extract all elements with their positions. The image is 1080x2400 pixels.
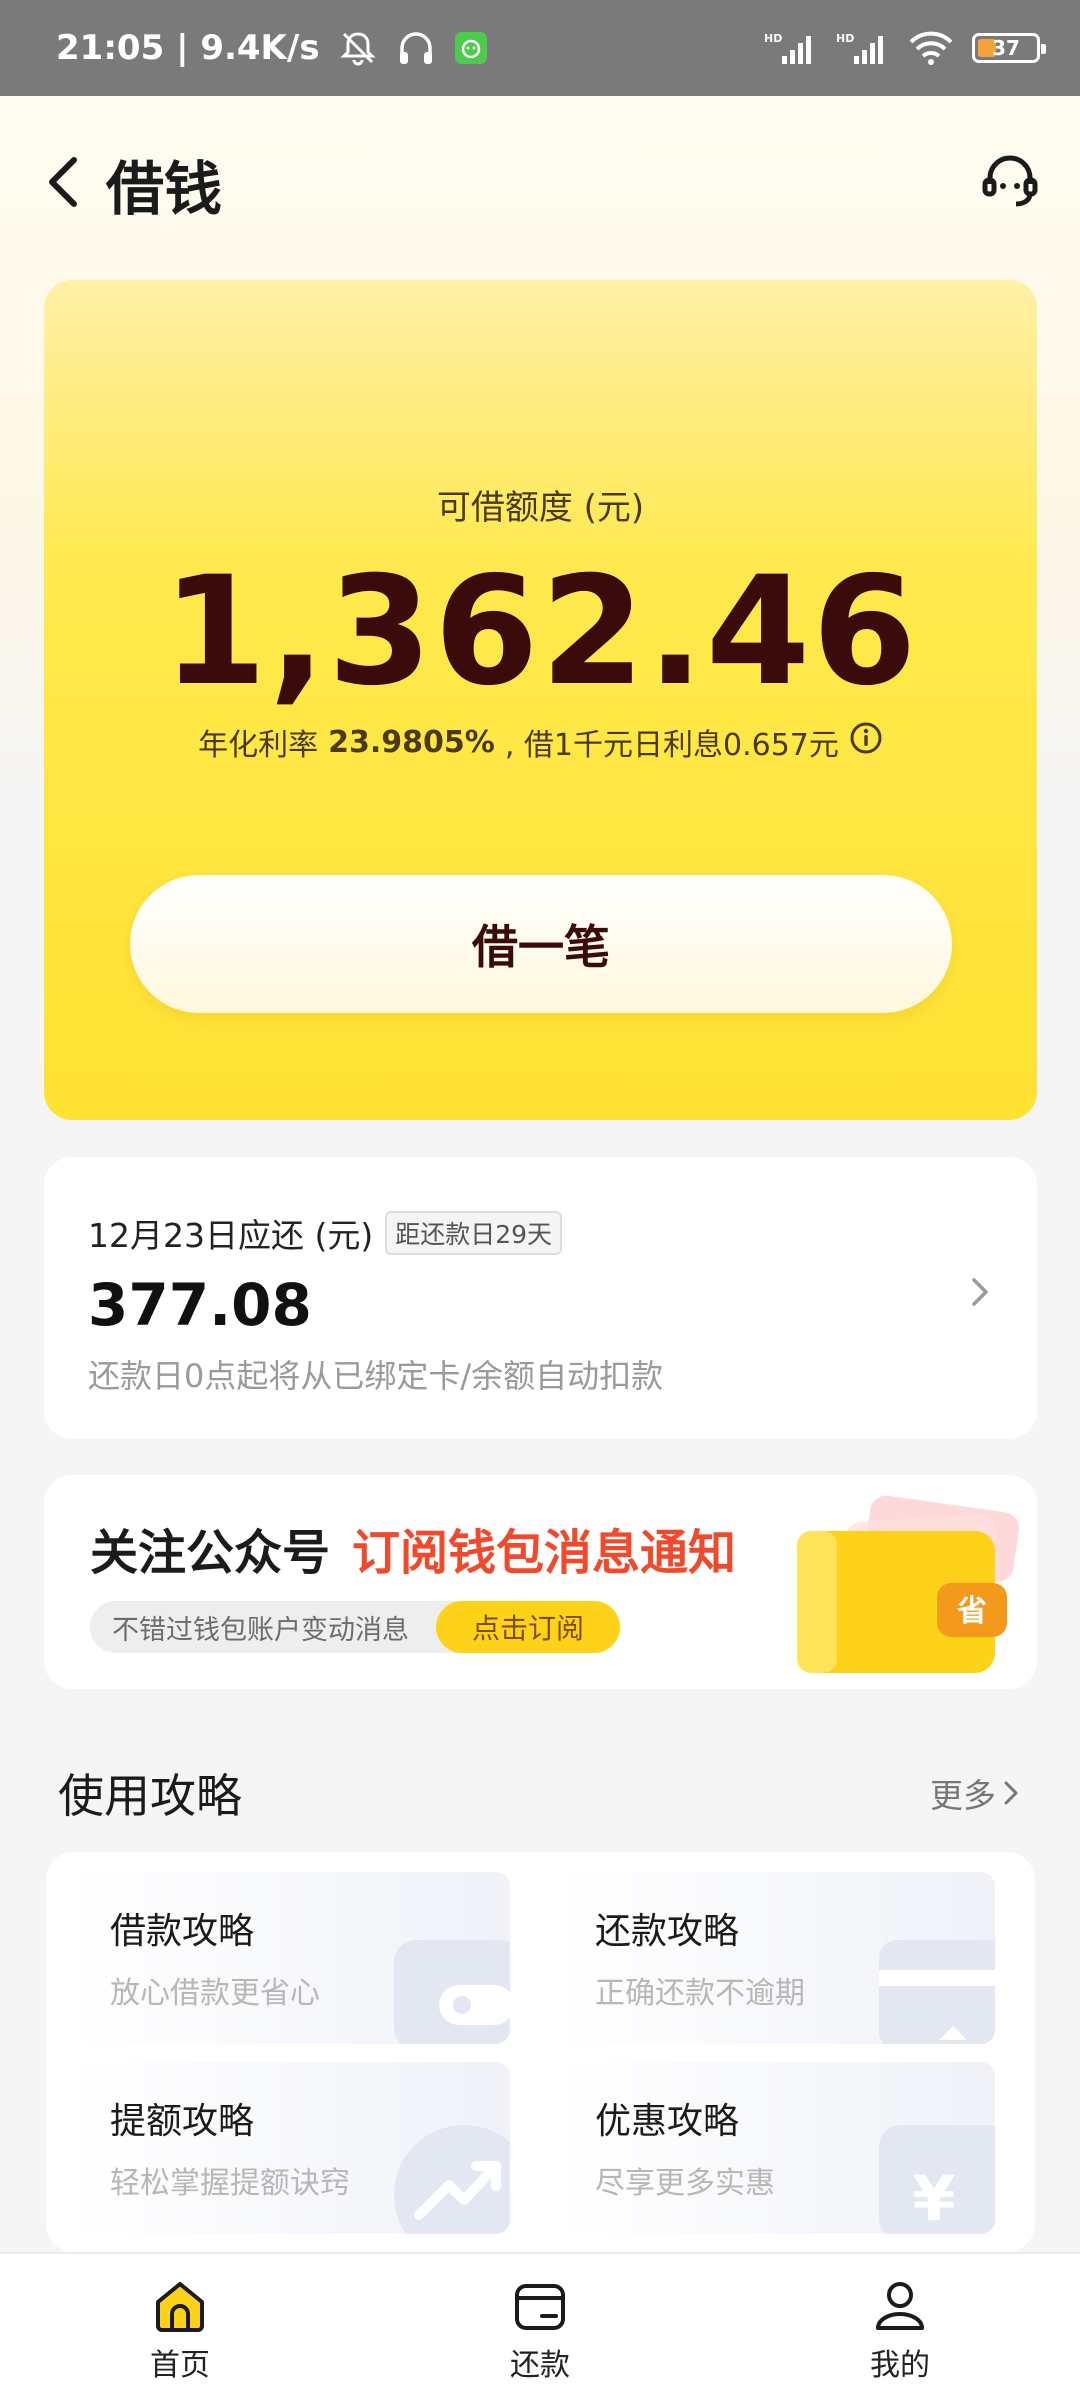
page-header: 借钱	[0, 96, 1080, 272]
battery-icon: 37	[972, 33, 1046, 63]
guides-card: 借款攻略 放心借款更省心 还款攻略 正确还款不逾期 提额攻略 轻松掌握提额诀窍 …	[46, 1852, 1035, 2252]
status-time-speed: 21:05 | 9.4K/s	[56, 28, 320, 68]
nav-item-repay[interactable]: 还款	[460, 2278, 620, 2384]
follow-banner-title: 关注公众号 订阅钱包消息通知	[90, 1513, 736, 1583]
rate-suffix: , 借1千元日利息0.657元	[504, 728, 839, 763]
svg-text:¥: ¥	[912, 2162, 955, 2234]
credit-limit-amount: 1,362.46	[162, 545, 919, 719]
follow-account-banner[interactable]: 关注公众号 订阅钱包消息通知 不错过钱包账户变动消息 点击订阅 省	[44, 1475, 1037, 1689]
wallet-illustration-icon: 省	[787, 1493, 1037, 1687]
page-title: 借钱	[106, 155, 223, 223]
wallet-icon	[515, 2284, 565, 2330]
profile-icon	[876, 2282, 924, 2330]
rate-value: 23.9805%	[328, 724, 495, 760]
repayment-due-label: 12月23日应还 (元)	[88, 1216, 374, 1255]
nav-label: 我的	[870, 2348, 930, 2383]
home-icon	[156, 2282, 204, 2332]
headphones-icon	[396, 28, 436, 68]
hd-signal-icon: HD	[764, 30, 818, 66]
guides-more-link[interactable]: 更多	[930, 1769, 1020, 1817]
trend-up-watermark-icon	[394, 2125, 510, 2234]
follow-title-highlight: 订阅钱包消息通知	[352, 1525, 737, 1581]
customer-service-icon[interactable]	[980, 152, 1040, 216]
follow-description: 不错过钱包账户变动消息	[112, 1614, 409, 1646]
mute-bell-icon	[338, 28, 378, 68]
credit-limit-label: 可借额度 (元)	[436, 488, 645, 528]
svg-text:HD: HD	[836, 32, 854, 45]
guides-title: 使用攻略	[58, 1769, 242, 1823]
guide-tile-borrow[interactable]: 借款攻略 放心借款更省心	[68, 1872, 510, 2044]
info-icon[interactable]	[849, 721, 883, 763]
app-notification-icon	[454, 31, 488, 65]
borrow-button[interactable]: 借一笔	[130, 875, 952, 1013]
repayment-amount: 377.08	[88, 1271, 312, 1339]
guide-tile-raise-limit[interactable]: 提额攻略 轻松掌握提额诀窍	[68, 2062, 510, 2234]
follow-description-pill: 不错过钱包账户变动消息 点击订阅	[90, 1601, 620, 1653]
card-watermark-icon	[879, 1940, 995, 2044]
interest-rate-line: 年化利率 23.9805% , 借1千元日利息0.657元	[44, 720, 1037, 764]
chevron-right-icon	[1004, 1781, 1018, 1805]
credit-limit-card: 可借额度 (元) 1,362.46 年化利率 23.9805% , 借1千元日利…	[44, 280, 1037, 1120]
wifi-icon	[908, 30, 954, 66]
guide-tile-offers[interactable]: 优惠攻略 尽享更多实惠 ¥	[553, 2062, 995, 2234]
guide-tile-repay[interactable]: 还款攻略 正确还款不逾期	[553, 1872, 995, 2044]
back-arrow-icon[interactable]	[44, 152, 84, 216]
wallet-watermark-icon	[394, 1940, 510, 2044]
coupon-watermark-icon: ¥	[879, 2125, 995, 2234]
nav-label: 首页	[150, 2348, 210, 2383]
svg-text:HD: HD	[764, 32, 782, 45]
bottom-navigation: 首页 还款 我的	[0, 2252, 1080, 2400]
chevron-right-icon[interactable]	[969, 1275, 991, 1313]
nav-item-home[interactable]: 首页	[100, 2278, 260, 2384]
auto-debit-note: 还款日0点起将从已绑定卡/余额自动扣款	[88, 1357, 664, 1395]
hd-signal-icon: HD	[836, 30, 890, 66]
subscribe-button[interactable]: 点击订阅	[436, 1601, 620, 1653]
days-until-due-badge: 距还款日29天	[385, 1211, 563, 1255]
nav-item-profile[interactable]: 我的	[820, 2278, 980, 2384]
rate-prefix: 年化利率	[198, 728, 319, 763]
guides-header: 使用攻略 更多	[58, 1760, 1020, 1826]
guides-more-label: 更多	[930, 1776, 996, 1815]
follow-title-prefix: 关注公众号	[90, 1525, 331, 1581]
nav-label: 还款	[510, 2348, 570, 2383]
repayment-card[interactable]: 12月23日应还 (元) 距还款日29天 377.08 还款日0点起将从已绑定卡…	[44, 1157, 1037, 1439]
wallet-art-label: 省	[957, 1594, 987, 1629]
battery-level: 37	[992, 36, 1020, 60]
status-bar: 21:05 | 9.4K/s HD HD 37	[0, 0, 1080, 96]
